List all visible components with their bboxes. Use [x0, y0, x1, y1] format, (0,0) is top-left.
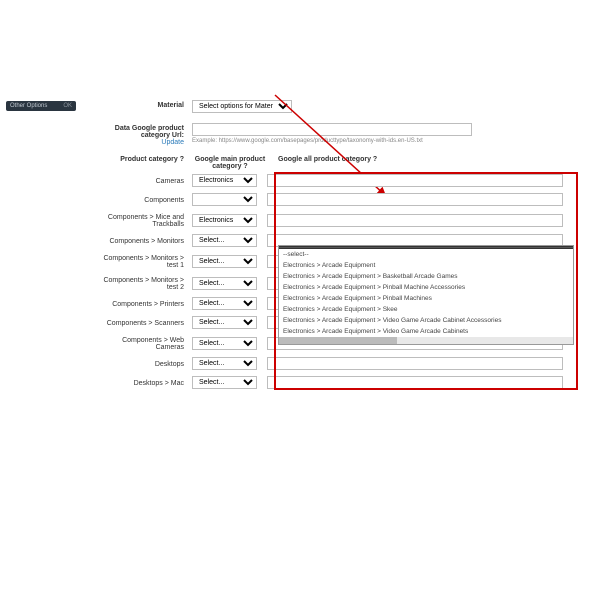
category-name: Components > Scanners [100, 318, 192, 327]
dropdown-option[interactable]: Electronics > Arcade Equipment > Pinball… [279, 282, 573, 293]
category-dropdown[interactable]: --select-- Electronics > Arcade Equipmen… [278, 245, 574, 345]
category-row: CamerasElectronics [100, 174, 586, 187]
category-name: Components > Monitors > test 2 [100, 275, 192, 291]
category-row: Desktops > MacSelect... [100, 376, 586, 389]
category-name: Components [100, 195, 192, 204]
category-row: Components > Mice and TrackballsElectron… [100, 212, 586, 228]
category-name: Components > Printers [100, 299, 192, 308]
dropdown-option[interactable]: Electronics > Arcade Equipment > Video G… [279, 315, 573, 326]
all-category-input[interactable] [267, 376, 563, 389]
main-category-select[interactable]: Select... [192, 357, 257, 370]
category-name: Components > Monitors > test 1 [100, 253, 192, 269]
main-category-select[interactable]: Select... [192, 234, 257, 247]
main-category-select[interactable]: Select... [192, 297, 257, 310]
category-name: Components > Mice and Trackballs [100, 212, 192, 228]
main-category-select[interactable]: Select... [192, 255, 257, 268]
help-icon[interactable]: ? [243, 163, 247, 170]
main-category-select[interactable]: Select... [192, 337, 257, 350]
main-category-select[interactable]: Electronics [192, 174, 257, 187]
category-name: Components > Web Cameras [100, 335, 192, 351]
main-category-select[interactable]: Select... [192, 376, 257, 389]
all-category-input[interactable] [267, 214, 563, 227]
category-name: Desktops > Mac [100, 378, 192, 387]
taxonomy-url-input[interactable] [192, 123, 472, 136]
all-category-input[interactable] [267, 193, 563, 206]
main-category-select[interactable]: Select... [192, 316, 257, 329]
dropdown-option[interactable]: Electronics > Arcade Equipment > Basketb… [279, 271, 573, 282]
dropdown-option[interactable]: Electronics > Arcade Equipment > Video G… [279, 326, 573, 337]
category-name: Desktops [100, 359, 192, 368]
material-select[interactable]: Select options for Materi [192, 100, 292, 113]
main-category-select[interactable] [192, 193, 257, 206]
help-icon[interactable]: ? [373, 156, 377, 163]
dropdown-option[interactable]: Electronics > Arcade Equipment [279, 260, 573, 271]
all-category-input[interactable] [267, 174, 563, 187]
main-category-select[interactable]: Select... [192, 277, 257, 290]
dropdown-option[interactable]: --select-- [279, 249, 573, 260]
column-headers: Product category ? Google main product c… [100, 156, 586, 170]
dropdown-option[interactable]: Electronics > Arcade Equipment > Pinball… [279, 293, 573, 304]
main-category-select[interactable]: Electronics [192, 214, 257, 227]
category-name: Components > Monitors [100, 236, 192, 245]
data-url-label: Data Google product category Url: Update [100, 123, 192, 146]
material-label: Material [100, 100, 192, 109]
category-row: DesktopsSelect... [100, 357, 586, 370]
category-name: Cameras [100, 176, 192, 185]
help-icon[interactable]: ? [180, 156, 184, 163]
update-link[interactable]: Update [161, 139, 184, 146]
material-row: Material Select options for Materi [100, 100, 586, 113]
dropdown-option[interactable]: Electronics > Arcade Equipment > Skee [279, 304, 573, 315]
category-row: Components [100, 193, 586, 206]
taxonomy-url-hint: Example: https://www.google.com/basepage… [192, 138, 472, 144]
dropdown-scrollbar[interactable] [279, 337, 573, 344]
data-url-row: Data Google product category Url: Update… [100, 123, 586, 146]
all-category-input[interactable] [267, 357, 563, 370]
